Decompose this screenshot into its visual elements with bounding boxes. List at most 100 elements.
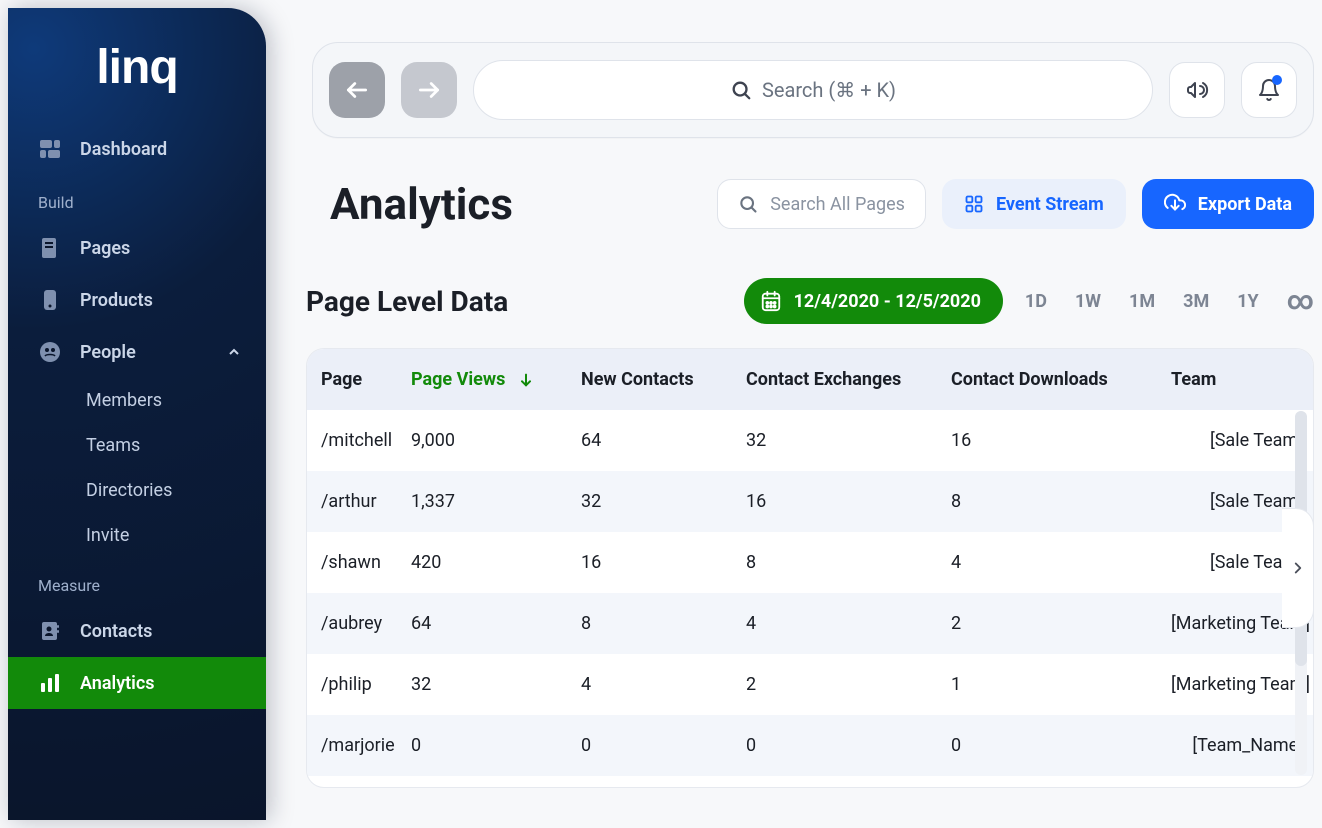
- sidebar-item-label: Products: [80, 290, 153, 311]
- search-icon: [738, 194, 758, 214]
- cell-new-contacts: 0: [567, 715, 732, 776]
- cell-views: 1,337: [397, 471, 567, 532]
- table-row[interactable]: /mitchell9,000643216[Sale Team]: [307, 410, 1314, 471]
- search-all-placeholder: Search All Pages: [770, 194, 905, 215]
- main-content: Search (⌘ + K) Analytics Search All Page…: [270, 0, 1322, 828]
- cell-exchanges: 2: [732, 654, 937, 715]
- cell-page: /philip: [307, 654, 397, 715]
- cell-new-contacts: 32: [567, 471, 732, 532]
- table-row[interactable]: /philip32421[Marketing Team]: [307, 654, 1314, 715]
- table-row[interactable]: /marjorie0000[Team_Name]: [307, 715, 1314, 776]
- date-range-selector[interactable]: 12/4/2020 - 12/5/2020: [744, 278, 1003, 324]
- calendar-icon: [760, 290, 782, 312]
- cell-exchanges: 0: [732, 715, 937, 776]
- cell-team: [Team_Name]: [1157, 715, 1314, 776]
- sidebar-item-contacts[interactable]: Contacts: [8, 605, 266, 657]
- sidebar-section-measure: Measure: [8, 558, 266, 605]
- search-all-pages[interactable]: Search All Pages: [717, 179, 926, 229]
- sidebar-item-dashboard[interactable]: Dashboard: [8, 123, 266, 175]
- cell-downloads: 2: [937, 593, 1157, 654]
- sidebar-subitem-directories[interactable]: Directories: [8, 468, 266, 513]
- col-page[interactable]: Page: [307, 349, 397, 410]
- cell-views: 9,000: [397, 410, 567, 471]
- sort-desc-icon: [518, 372, 534, 388]
- cell-page: /mitchell: [307, 410, 397, 471]
- col-contact-downloads[interactable]: Contact Downloads: [937, 349, 1157, 410]
- col-page-views-label: Page Views: [411, 369, 505, 390]
- cell-page: /marjorie: [307, 715, 397, 776]
- sidebar-item-label: Pages: [80, 238, 130, 259]
- cell-exchanges: 4: [732, 593, 937, 654]
- history-forward-button[interactable]: [401, 62, 457, 118]
- page-header: Analytics Search All Pages Event Stream …: [330, 178, 1314, 230]
- table-row[interactable]: /aubrey64842[Marketing Team]: [307, 593, 1314, 654]
- range-1w[interactable]: 1W: [1075, 291, 1101, 312]
- sidebar-item-label: Dashboard: [80, 139, 167, 160]
- sidebar-section-build: Build: [8, 175, 266, 222]
- col-new-contacts[interactable]: New Contacts: [567, 349, 732, 410]
- cell-exchanges: 8: [732, 532, 937, 593]
- export-data-button[interactable]: Export Data: [1142, 179, 1314, 229]
- cell-new-contacts: 64: [567, 410, 732, 471]
- global-search[interactable]: Search (⌘ + K): [473, 60, 1153, 120]
- date-range-text: 12/4/2020 - 12/5/2020: [794, 291, 981, 312]
- analytics-icon: [38, 671, 62, 695]
- cell-new-contacts: 4: [567, 654, 732, 715]
- col-page-views[interactable]: Page Views: [397, 349, 567, 410]
- history-back-button[interactable]: [329, 62, 385, 118]
- table-container: Page Page Views New Contacts Contact Exc…: [306, 348, 1314, 788]
- search-icon: [730, 79, 752, 101]
- cell-new-contacts: 8: [567, 593, 732, 654]
- dashboard-icon: [38, 137, 62, 161]
- topbar: Search (⌘ + K): [312, 42, 1314, 138]
- cell-page: /aubrey: [307, 593, 397, 654]
- stream-icon: [964, 194, 984, 214]
- cell-exchanges: 16: [732, 471, 937, 532]
- cell-page: /shawn: [307, 532, 397, 593]
- sidebar-subitem-members[interactable]: Members: [8, 378, 266, 423]
- cell-page: /arthur: [307, 471, 397, 532]
- announcements-button[interactable]: [1169, 62, 1225, 118]
- event-stream-button[interactable]: Event Stream: [942, 179, 1126, 229]
- sidebar-item-pages[interactable]: Pages: [8, 222, 266, 274]
- page-level-table: Page Page Views New Contacts Contact Exc…: [307, 349, 1314, 776]
- range-1y[interactable]: 1Y: [1237, 291, 1258, 312]
- cell-downloads: 8: [937, 471, 1157, 532]
- sidebar-item-label: Contacts: [80, 621, 152, 642]
- cell-team: [Marketing Team]: [1157, 654, 1314, 715]
- sidebar-subitem-teams[interactable]: Teams: [8, 423, 266, 468]
- megaphone-icon: [1185, 78, 1209, 102]
- table-row[interactable]: /shawn4201684[Sale Team]: [307, 532, 1314, 593]
- subheader: Page Level Data 12/4/2020 - 12/5/2020 1D…: [306, 278, 1314, 324]
- range-3m[interactable]: 3M: [1183, 291, 1209, 312]
- cell-views: 420: [397, 532, 567, 593]
- sidebar-item-people[interactable]: People: [8, 326, 266, 378]
- sidebar-item-label: People: [80, 342, 136, 363]
- cell-downloads: 0: [937, 715, 1157, 776]
- col-team[interactable]: Team: [1157, 349, 1314, 410]
- cell-exchanges: 32: [732, 410, 937, 471]
- brand-logo: linq: [8, 22, 266, 123]
- range-1d[interactable]: 1D: [1025, 291, 1047, 312]
- col-contact-exchanges[interactable]: Contact Exchanges: [732, 349, 937, 410]
- range-1m[interactable]: 1M: [1129, 291, 1155, 312]
- export-label: Export Data: [1198, 194, 1292, 215]
- table-row[interactable]: /arthur1,33732168[Sale Team]: [307, 471, 1314, 532]
- sidebar-item-products[interactable]: Products: [8, 274, 266, 326]
- horizontal-scroll-right-button[interactable]: [1282, 508, 1314, 628]
- cell-downloads: 4: [937, 532, 1157, 593]
- sidebar-item-label: Analytics: [80, 673, 155, 694]
- cell-views: 0: [397, 715, 567, 776]
- cell-downloads: 1: [937, 654, 1157, 715]
- table-header-row: Page Page Views New Contacts Contact Exc…: [307, 349, 1314, 410]
- contacts-icon: [38, 619, 62, 643]
- notifications-button[interactable]: [1241, 62, 1297, 118]
- range-infinity[interactable]: ∞: [1287, 292, 1314, 310]
- products-icon: [38, 288, 62, 312]
- cell-team: [Sale Team]: [1157, 410, 1314, 471]
- people-icon: [38, 340, 62, 364]
- cell-downloads: 16: [937, 410, 1157, 471]
- sidebar-item-analytics[interactable]: Analytics: [8, 657, 266, 709]
- section-subtitle: Page Level Data: [306, 285, 508, 318]
- sidebar-subitem-invite[interactable]: Invite: [8, 513, 266, 558]
